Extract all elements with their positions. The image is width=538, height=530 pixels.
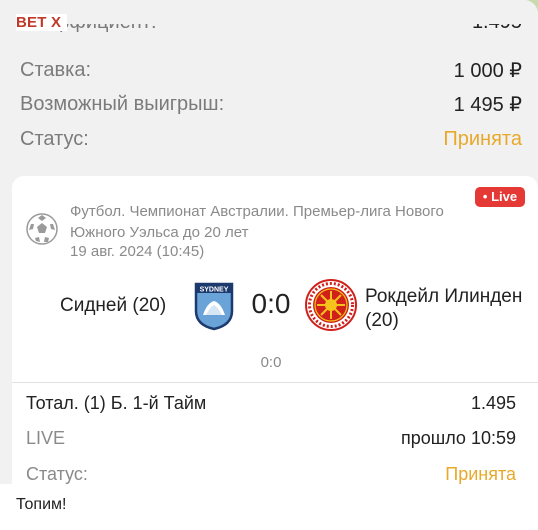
sender-name[interactable]: BET X: [16, 14, 68, 31]
football-icon: [26, 213, 58, 245]
message-bubble: Коэффициент: 1.495 Ставка: 1 000 ₽ Возмо…: [0, 0, 538, 530]
bet-status-value: Принята: [445, 463, 516, 484]
bet-status-label: Статус:: [26, 463, 88, 484]
status-row: Статус: Принята: [20, 125, 522, 153]
card-divider: [12, 382, 538, 383]
payout-label: Возможный выигрыш:: [20, 92, 225, 115]
market-name: Тотал. (1) Б. 1-й Тайм: [26, 392, 207, 413]
sydney-fc-logo: SYDNEY: [194, 282, 234, 331]
league-name: Футбол. Чемпионат Австралии. Премьер-лиг…: [70, 203, 444, 241]
message-text-content: Топим!: [16, 496, 67, 513]
away-team: Рокдейл Илинден (20): [365, 286, 523, 331]
score: 0:0: [251, 288, 291, 319]
payout-value: 1 495 ₽: [453, 93, 522, 116]
odds-value: 1.495: [472, 24, 522, 34]
live-row: LIVE прошло 10:59: [26, 425, 516, 451]
market-row: Тотал. (1) Б. 1-й Тайм 1.495: [26, 390, 516, 416]
home-team: Сидней (20): [60, 295, 167, 316]
elapsed-time: прошло 10:59: [401, 427, 516, 448]
odds-row-partial: Коэффициент: 1.495: [20, 24, 522, 46]
event-date: 19 авг. 2024 (10:45): [70, 243, 205, 260]
live-badge: • Live: [475, 187, 525, 207]
stake-value: 1 000 ₽: [453, 59, 522, 82]
live-state: LIVE: [26, 427, 66, 448]
rockdale-ilinden-logo: [305, 279, 357, 331]
status-label: Статус:: [20, 127, 89, 150]
stake-row: Ставка: 1 000 ₽: [20, 56, 522, 84]
message-text: Топим!: [0, 484, 538, 530]
first-half-score: 0:0: [260, 354, 282, 371]
market-odds: 1.495: [470, 392, 516, 413]
status-value: Принята: [443, 127, 522, 150]
payout-row: Возможный выигрыш: 1 495 ₽: [20, 90, 522, 118]
stake-label: Ставка:: [20, 58, 91, 81]
sydney-logo-text: SYDNEY: [200, 287, 229, 294]
